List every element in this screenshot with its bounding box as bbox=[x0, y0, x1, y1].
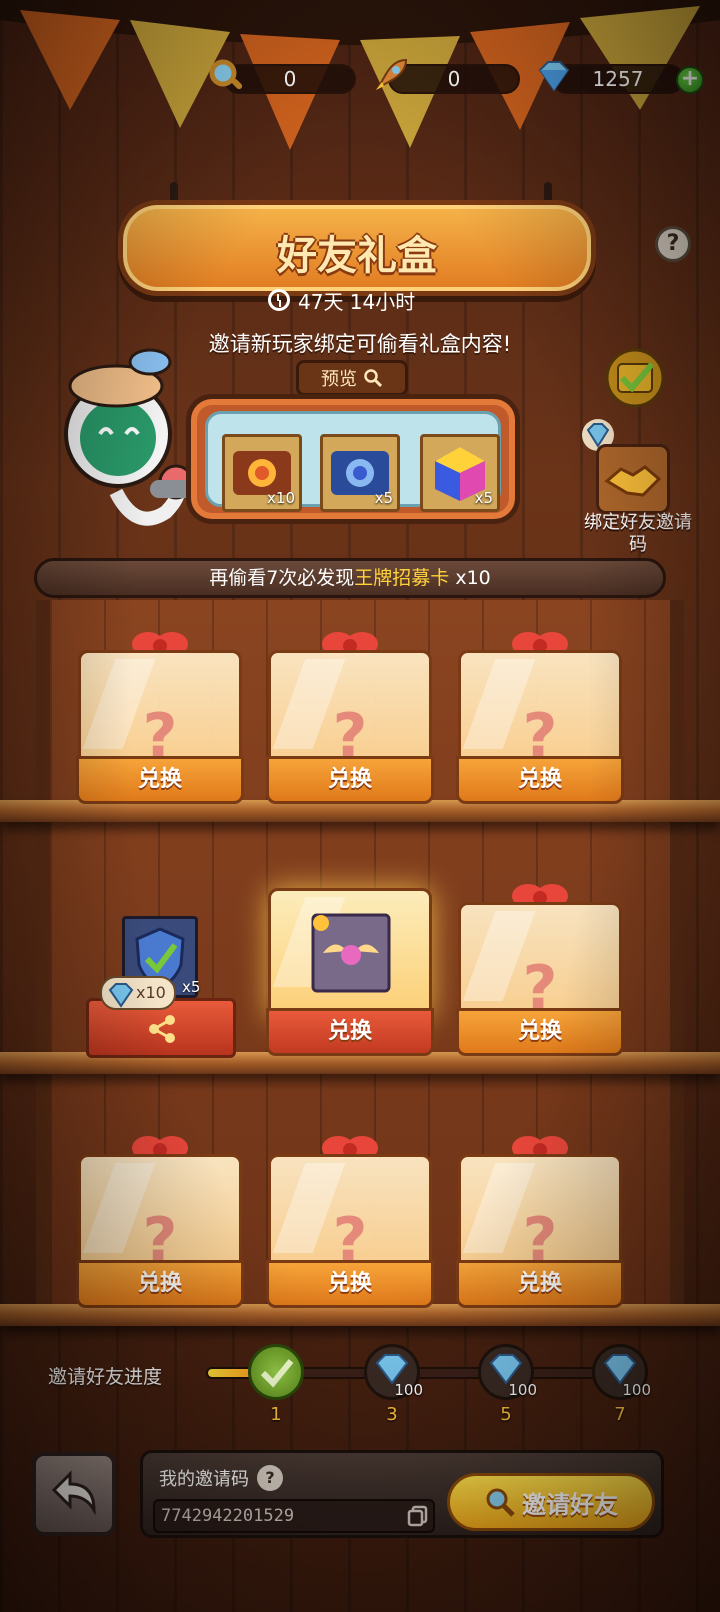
check-icon bbox=[260, 1359, 294, 1388]
preview-item[interactable]: x5 bbox=[320, 434, 400, 512]
gift-box[interactable]: ? 兑换 bbox=[266, 1124, 434, 1308]
gift-box[interactable]: ? 兑换 bbox=[456, 1124, 624, 1308]
gift-glass: ? bbox=[78, 650, 242, 771]
rocket-icon bbox=[375, 58, 408, 91]
exchange-button[interactable]: 兑换 bbox=[456, 1008, 624, 1056]
gift-glass: ? bbox=[268, 1154, 432, 1275]
progress-node-reward[interactable]: 100 bbox=[364, 1344, 423, 1400]
exchange-button[interactable]: 兑换 bbox=[266, 756, 434, 804]
preview-item[interactable]: x5 bbox=[420, 434, 500, 512]
search-icon bbox=[486, 1488, 515, 1517]
exchange-button[interactable]: 兑换 bbox=[76, 1260, 244, 1308]
invite-code-panel: 我的邀请码 ? 7742942201529 邀请好友 bbox=[140, 1450, 664, 1538]
exchange-button[interactable]: 兑换 bbox=[266, 1260, 434, 1308]
gift-box[interactable]: ? 兑换 bbox=[76, 620, 244, 804]
gift-box[interactable]: ? 兑换 bbox=[76, 1124, 244, 1308]
invite-friends-label: 邀请好友 bbox=[522, 1490, 618, 1519]
bind-friend-label: 绑定好友邀请码 bbox=[584, 512, 692, 555]
gift-box[interactable]: ? 兑换 bbox=[456, 872, 624, 1056]
exchange-button[interactable]: 兑换 bbox=[266, 1008, 434, 1056]
astronaut-character bbox=[64, 348, 194, 526]
exchange-button[interactable]: 兑换 bbox=[456, 756, 624, 804]
clock-icon bbox=[268, 289, 290, 311]
banner-suffix: x10 bbox=[449, 567, 491, 589]
help-button[interactable]: ? bbox=[655, 226, 691, 262]
winged-badge-icon bbox=[311, 913, 391, 993]
invite-code-field: 7742942201529 bbox=[153, 1499, 435, 1533]
magnifier-count: 0 bbox=[283, 67, 297, 91]
progress-node-reward[interactable]: 100 bbox=[592, 1344, 651, 1400]
gift-box[interactable]: ? 兑换 bbox=[266, 620, 434, 804]
handshake-icon bbox=[604, 465, 662, 497]
bind-friend-button[interactable] bbox=[596, 444, 670, 514]
back-button[interactable] bbox=[32, 1452, 116, 1536]
preview-panel: x10 x5 x5 bbox=[186, 394, 520, 524]
progress-node-reward[interactable]: 100 bbox=[478, 1344, 537, 1400]
gem-icon bbox=[108, 983, 134, 1008]
invite-code-title: 我的邀请码 ? bbox=[159, 1465, 283, 1491]
timer-text: 47天 14小时 bbox=[298, 289, 416, 314]
title-plaque: 好友礼盒 bbox=[118, 200, 596, 296]
opened-card-count: x5 bbox=[182, 978, 201, 996]
copy-icon[interactable] bbox=[407, 1505, 429, 1527]
certificate-check-icon[interactable] bbox=[600, 346, 670, 410]
rocket-count: 0 bbox=[447, 67, 461, 91]
progress-node-number: 3 bbox=[386, 1404, 398, 1425]
magnifier-small-icon bbox=[364, 369, 383, 388]
progress-node-done[interactable] bbox=[248, 1344, 304, 1400]
preview-label: 预览 bbox=[321, 369, 357, 390]
exchange-button[interactable]: 兑换 bbox=[76, 756, 244, 804]
guarantee-banner: 再偷看7次必发现王牌招募卡 x10 bbox=[34, 558, 666, 598]
preview-item-count: x10 bbox=[267, 489, 295, 507]
share-icon[interactable] bbox=[146, 1012, 180, 1046]
gem-count: 1257 bbox=[592, 67, 644, 91]
magnifier-icon bbox=[209, 59, 243, 90]
exchange-button[interactable]: 兑换 bbox=[456, 1260, 624, 1308]
gem-icon bbox=[538, 61, 570, 92]
gem-reward-bubble: x10 bbox=[100, 976, 176, 1010]
page-title: 好友礼盒 bbox=[277, 233, 437, 279]
gift-glass: ? bbox=[458, 1154, 622, 1275]
back-arrow-icon bbox=[51, 1470, 96, 1516]
preview-tag[interactable]: 预览 bbox=[296, 360, 408, 396]
gift-box-revealed[interactable]: 兑换 bbox=[266, 872, 434, 1056]
progress-node-number: 1 bbox=[270, 1404, 282, 1425]
invite-code-title-text: 我的邀请码 bbox=[159, 1469, 249, 1490]
invite-code-help-button[interactable]: ? bbox=[257, 1465, 283, 1491]
gift-glass: ? bbox=[458, 650, 622, 771]
preview-item-count: x5 bbox=[474, 489, 493, 507]
reward-amount: 100 bbox=[622, 1381, 651, 1399]
progress-node-number: 5 bbox=[500, 1404, 512, 1425]
gift-glass bbox=[268, 888, 432, 1018]
reward-amount: 100 bbox=[394, 1381, 423, 1399]
gift-glass: ? bbox=[268, 650, 432, 771]
invite-friends-button[interactable]: 邀请好友 bbox=[447, 1473, 655, 1531]
preview-item-count: x5 bbox=[374, 489, 393, 507]
opened-gift-box[interactable]: x5 x10 bbox=[86, 912, 236, 1058]
banner-highlight: 王牌招募卡 bbox=[354, 567, 450, 589]
reward-amount: 100 bbox=[508, 1381, 537, 1399]
banner-prefix: 再偷看7次必发现 bbox=[209, 567, 355, 589]
invite-progress-label: 邀请好友进度 bbox=[48, 1366, 163, 1388]
gem-reward-amount: x10 bbox=[136, 983, 166, 1002]
event-timer: 47天 14小时 bbox=[268, 286, 415, 314]
preview-item[interactable]: x10 bbox=[222, 434, 302, 512]
add-gems-button[interactable]: + bbox=[676, 66, 704, 94]
gift-box[interactable]: ? 兑换 bbox=[456, 620, 624, 804]
progress-node-number: 7 bbox=[614, 1404, 626, 1425]
preview-inner: x10 x5 x5 bbox=[205, 411, 501, 512]
gift-glass: ? bbox=[458, 902, 622, 1023]
gift-glass: ? bbox=[78, 1154, 242, 1275]
